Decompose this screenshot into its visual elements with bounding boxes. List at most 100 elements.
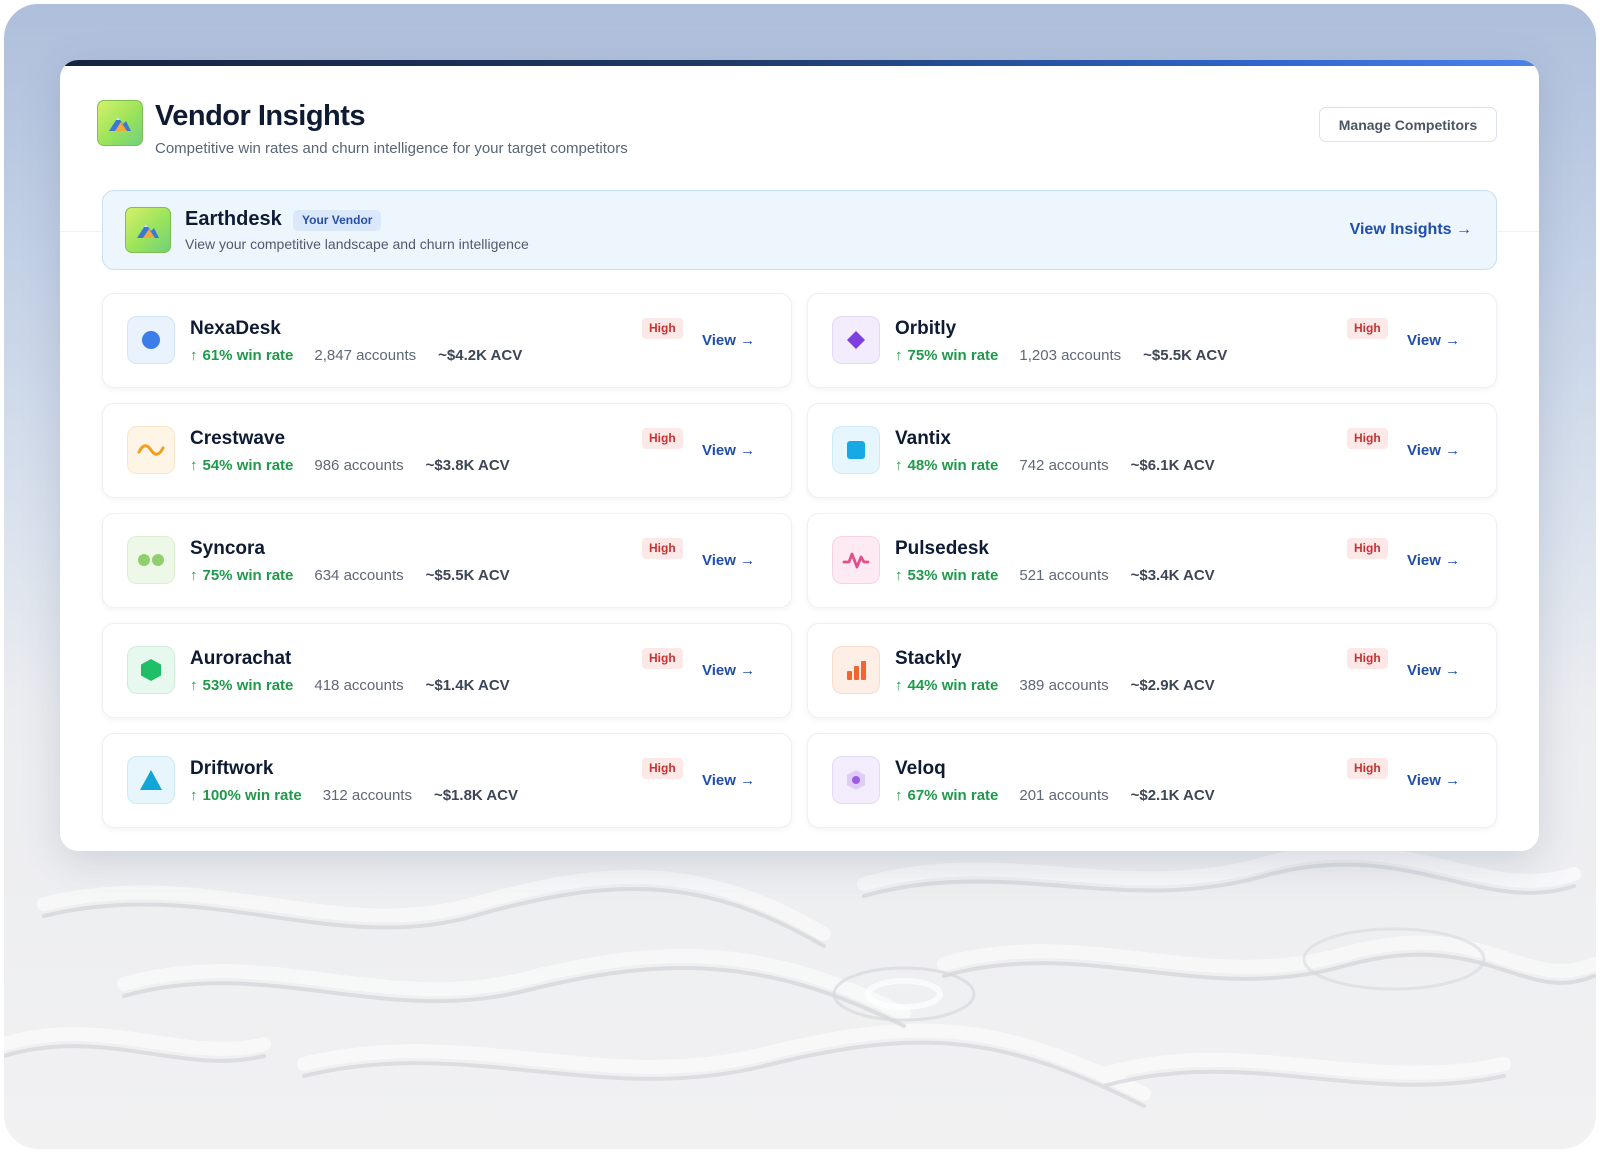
acv-value: ~$5.5K ACV — [1143, 347, 1228, 364]
square-icon — [832, 426, 880, 474]
competitor-stats: ↑ 100% win rate 312 accounts ~$1.8K ACV — [190, 787, 518, 804]
mountain-logo-icon — [97, 100, 143, 146]
win-rate: ↑ 53% win rate — [895, 567, 998, 584]
view-competitor-link[interactable]: View → — [702, 552, 755, 569]
arrow-up-icon: ↑ — [895, 457, 903, 474]
threat-badge: High — [642, 758, 683, 779]
acv-value: ~$2.9K ACV — [1130, 677, 1215, 694]
arrow-up-icon: ↑ — [895, 677, 903, 694]
threat-badge: High — [642, 318, 683, 339]
view-competitor-link[interactable]: View → — [702, 772, 755, 789]
threat-badge: High — [642, 428, 683, 449]
win-rate: ↑ 100% win rate — [190, 787, 302, 804]
competitor-name: NexaDesk — [190, 318, 281, 339]
competitor-name: Veloq — [895, 758, 946, 779]
view-competitor-link[interactable]: View → — [1407, 442, 1460, 459]
bar-chart-icon — [832, 646, 880, 694]
competitor-stats: ↑ 67% win rate 201 accounts ~$2.1K ACV — [895, 787, 1215, 804]
competitor-card[interactable]: Crestwave ↑ 54% win rate 986 accounts ~$3… — [102, 403, 792, 498]
arrow-up-icon: ↑ — [190, 347, 198, 364]
vendor-description: View your competitive landscape and chur… — [185, 236, 529, 252]
view-competitor-link[interactable]: View → — [1407, 552, 1460, 569]
win-rate-value: 61% win rate — [202, 347, 294, 364]
account-count: 389 accounts — [1019, 677, 1109, 694]
win-rate-value: 75% win rate — [202, 567, 294, 584]
arrow-up-icon: ↑ — [895, 787, 903, 804]
two-dots-icon — [127, 536, 175, 584]
win-rate-value: 48% win rate — [907, 457, 999, 474]
account-count: 312 accounts — [322, 787, 412, 804]
competitor-stats: ↑ 75% win rate 1,203 accounts ~$5.5K ACV — [895, 347, 1227, 364]
win-rate: ↑ 54% win rate — [190, 457, 293, 474]
arrow-up-icon: ↑ — [895, 347, 903, 364]
page-title: Vendor Insights — [155, 100, 366, 132]
competitor-name: Vantix — [895, 428, 951, 449]
account-count: 634 accounts — [314, 567, 404, 584]
competitor-card[interactable]: NexaDesk ↑ 61% win rate 2,847 accounts ~$… — [102, 293, 792, 388]
win-rate-value: 100% win rate — [202, 787, 302, 804]
competitor-name: Driftwork — [190, 758, 274, 779]
your-vendor-banner[interactable]: Earthdesk Your Vendor View your competit… — [102, 190, 1497, 270]
view-competitor-link[interactable]: View → — [702, 332, 755, 349]
triangle-icon — [127, 756, 175, 804]
competitor-name: Aurorachat — [190, 648, 292, 669]
win-rate-value: 44% win rate — [907, 677, 999, 694]
arrow-up-icon: ↑ — [190, 677, 198, 694]
competitor-card[interactable]: Pulsedesk ↑ 53% win rate 521 accounts ~$3… — [807, 513, 1497, 608]
arrow-up-icon: ↑ — [190, 457, 198, 474]
view-competitor-link[interactable]: View → — [1407, 772, 1460, 789]
threat-badge: High — [1347, 538, 1388, 559]
pulse-icon — [832, 536, 880, 584]
vendor-name: Earthdesk — [185, 208, 282, 230]
win-rate: ↑ 61% win rate — [190, 347, 293, 364]
competitor-name: Orbitly — [895, 318, 957, 339]
acv-value: ~$1.4K ACV — [425, 677, 510, 694]
win-rate-value: 53% win rate — [907, 567, 999, 584]
acv-value: ~$5.5K ACV — [425, 567, 510, 584]
view-insights-link[interactable]: View Insights → — [1350, 221, 1472, 239]
arrow-up-icon: ↑ — [190, 787, 198, 804]
view-competitor-link[interactable]: View → — [1407, 662, 1460, 679]
account-count: 2,847 accounts — [314, 347, 417, 364]
competitor-name: Crestwave — [190, 428, 286, 449]
competitor-stats: ↑ 53% win rate 521 accounts ~$3.4K ACV — [895, 567, 1215, 584]
competitor-stats: ↑ 48% win rate 742 accounts ~$6.1K ACV — [895, 457, 1215, 474]
competitor-stats: ↑ 54% win rate 986 accounts ~$3.8K ACV — [190, 457, 510, 474]
view-competitor-link[interactable]: View → — [1407, 332, 1460, 349]
account-count: 986 accounts — [314, 457, 404, 474]
competitor-stats: ↑ 75% win rate 634 accounts ~$5.5K ACV — [190, 567, 510, 584]
circle-icon — [127, 316, 175, 364]
arrow-up-icon: ↑ — [190, 567, 198, 584]
threat-badge: High — [1347, 428, 1388, 449]
manage-competitors-button[interactable]: Manage Competitors — [1319, 107, 1497, 142]
competitor-name: Syncora — [190, 538, 265, 559]
competitor-card[interactable]: Vantix ↑ 48% win rate 742 accounts ~$6.1K… — [807, 403, 1497, 498]
threat-badge: High — [1347, 758, 1388, 779]
hexagon-dot-icon — [832, 756, 880, 804]
mountain-logo-icon — [125, 207, 171, 253]
competitor-card[interactable]: Stackly ↑ 44% win rate 389 accounts ~$2.9… — [807, 623, 1497, 718]
competitor-grid: NexaDesk ↑ 61% win rate 2,847 accounts ~$… — [102, 293, 1497, 828]
acv-value: ~$2.1K ACV — [1130, 787, 1215, 804]
competitor-name: Stackly — [895, 648, 962, 669]
competitor-card[interactable]: Veloq ↑ 67% win rate 201 accounts ~$2.1K … — [807, 733, 1497, 828]
view-competitor-link[interactable]: View → — [702, 442, 755, 459]
competitor-card[interactable]: Aurorachat ↑ 53% win rate 418 accounts ~$… — [102, 623, 792, 718]
your-vendor-badge: Your Vendor — [293, 210, 382, 231]
threat-badge: High — [1347, 318, 1388, 339]
competitor-card[interactable]: Syncora ↑ 75% win rate 634 accounts ~$5.5… — [102, 513, 792, 608]
view-competitor-link[interactable]: View → — [702, 662, 755, 679]
account-count: 521 accounts — [1019, 567, 1109, 584]
competitor-card[interactable]: Orbitly ↑ 75% win rate 1,203 accounts ~$5… — [807, 293, 1497, 388]
competitor-card[interactable]: Driftwork ↑ 100% win rate 312 accounts ~$… — [102, 733, 792, 828]
win-rate-value: 53% win rate — [202, 677, 294, 694]
competitor-stats: ↑ 61% win rate 2,847 accounts ~$4.2K ACV — [190, 347, 522, 364]
vendor-insights-panel: Vendor Insights Competitive win rates an… — [60, 60, 1539, 851]
competitor-stats: ↑ 44% win rate 389 accounts ~$2.9K ACV — [895, 677, 1215, 694]
wave-icon — [127, 426, 175, 474]
arrow-up-icon: ↑ — [895, 567, 903, 584]
threat-badge: High — [642, 538, 683, 559]
win-rate-value: 54% win rate — [202, 457, 294, 474]
threat-badge: High — [1347, 648, 1388, 669]
threat-badge: High — [642, 648, 683, 669]
